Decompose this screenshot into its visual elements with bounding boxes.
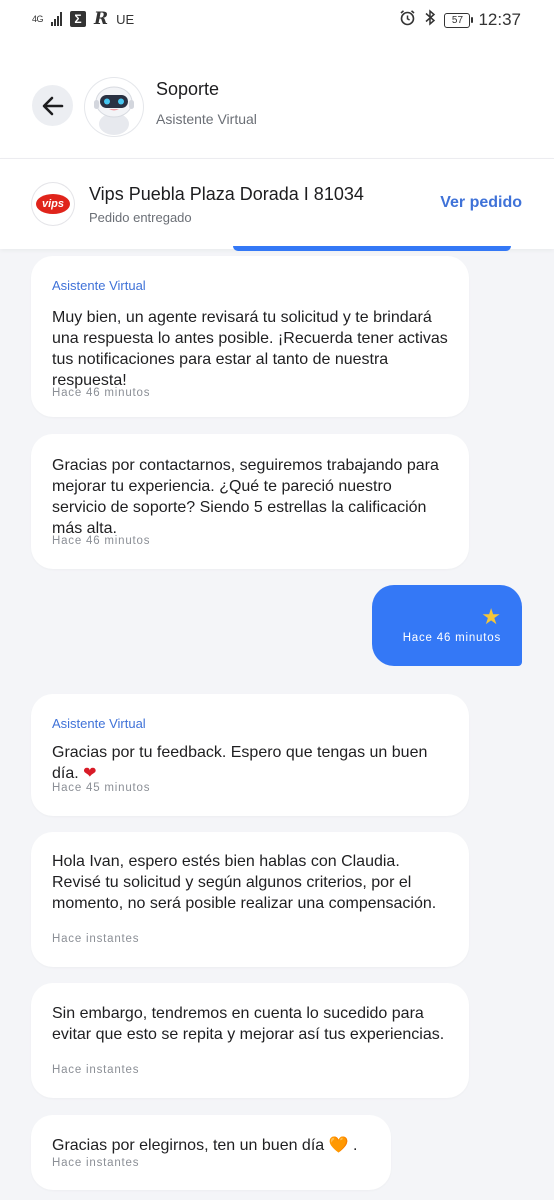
message-text: Gracias por contactarnos, seguiremos tra… <box>52 457 439 537</box>
star-icon: ★ <box>481 604 501 629</box>
message-bubble: Asistente Virtual Gracias por tu feedbac… <box>31 694 469 816</box>
message-text: Hola Ivan, espero estés bien hablas con … <box>52 853 437 912</box>
message-time: Hace 46 minutos <box>52 535 151 547</box>
clock: 12:37 <box>478 10 521 29</box>
chat-header: Soporte Asistente Virtual <box>0 40 554 158</box>
chat-title: Soporte <box>156 79 220 99</box>
signal-icon <box>51 12 63 26</box>
status-bar: 4G Σ R UE 57 12:37 <box>0 0 554 40</box>
message-list[interactable]: Asistente Virtual Muy bien, un agente re… <box>0 251 554 1200</box>
message-text: Gracias por elegirnos, ten un buen día <box>52 1137 325 1154</box>
message-time: Hace instantes <box>52 933 140 945</box>
red-heart-icon: ❤ <box>83 765 97 782</box>
orange-heart-icon: 🧡 <box>328 1137 349 1154</box>
carrier-label: UE <box>116 11 135 27</box>
message-text: Sin embargo, tendremos en cuenta lo suce… <box>52 1005 445 1043</box>
bluetooth-icon <box>424 9 436 31</box>
message-text: Muy bien, un agente revisará tu solicitu… <box>52 309 448 389</box>
message-sender: Asistente Virtual <box>52 278 146 293</box>
message-bubble: Sin embargo, tendremos en cuenta lo suce… <box>31 983 469 1098</box>
vips-logo-text: vips <box>36 194 70 214</box>
message-text: Gracias por tu feedback. Espero que teng… <box>52 744 428 782</box>
order-status: Pedido entregado <box>89 210 192 225</box>
message-time: Hace 46 minutos <box>402 632 501 644</box>
chat-subtitle: Asistente Virtual <box>156 111 257 127</box>
vips-logo: vips <box>32 183 74 225</box>
order-summary: vips Vips Puebla Plaza Dorada I 81034 Pe… <box>0 158 554 249</box>
message-bubble: Asistente Virtual Muy bien, un agente re… <box>31 256 469 417</box>
sigma-app-icon: Σ <box>70 11 87 27</box>
message-time: Hace instantes <box>52 1157 140 1169</box>
arrow-left-icon <box>42 96 63 115</box>
alarm-icon <box>399 9 416 31</box>
back-button[interactable] <box>32 85 73 126</box>
message-bubble: Gracias por contactarnos, seguiremos tra… <box>31 434 469 569</box>
battery-icon: 57 <box>444 12 474 28</box>
message-time: Hace instantes <box>52 1064 140 1076</box>
network-type: 4G <box>32 13 44 24</box>
message-trailing: . <box>348 1137 358 1154</box>
message-sender: Asistente Virtual <box>52 716 146 731</box>
message-bubble: Gracias por elegirnos, ten un buen día 🧡… <box>31 1115 391 1190</box>
message-time: Hace 46 minutos <box>52 387 151 399</box>
r-app-icon: R <box>94 9 109 29</box>
sent-message-bubble: ★ Hace 46 minutos <box>372 585 522 666</box>
message-text-wrapper: Gracias por tu feedback. Espero que teng… <box>52 742 449 784</box>
message-text-wrapper: Gracias por elegirnos, ten un buen día 🧡… <box>52 1135 371 1156</box>
restaurant-name: Vips Puebla Plaza Dorada I 81034 <box>89 184 364 204</box>
view-order-link[interactable]: Ver pedido <box>440 194 522 212</box>
message-bubble: Hola Ivan, espero estés bien hablas con … <box>31 832 469 967</box>
robot-avatar <box>85 78 143 136</box>
robot-icon <box>94 86 134 135</box>
message-time: Hace 45 minutos <box>52 782 151 794</box>
